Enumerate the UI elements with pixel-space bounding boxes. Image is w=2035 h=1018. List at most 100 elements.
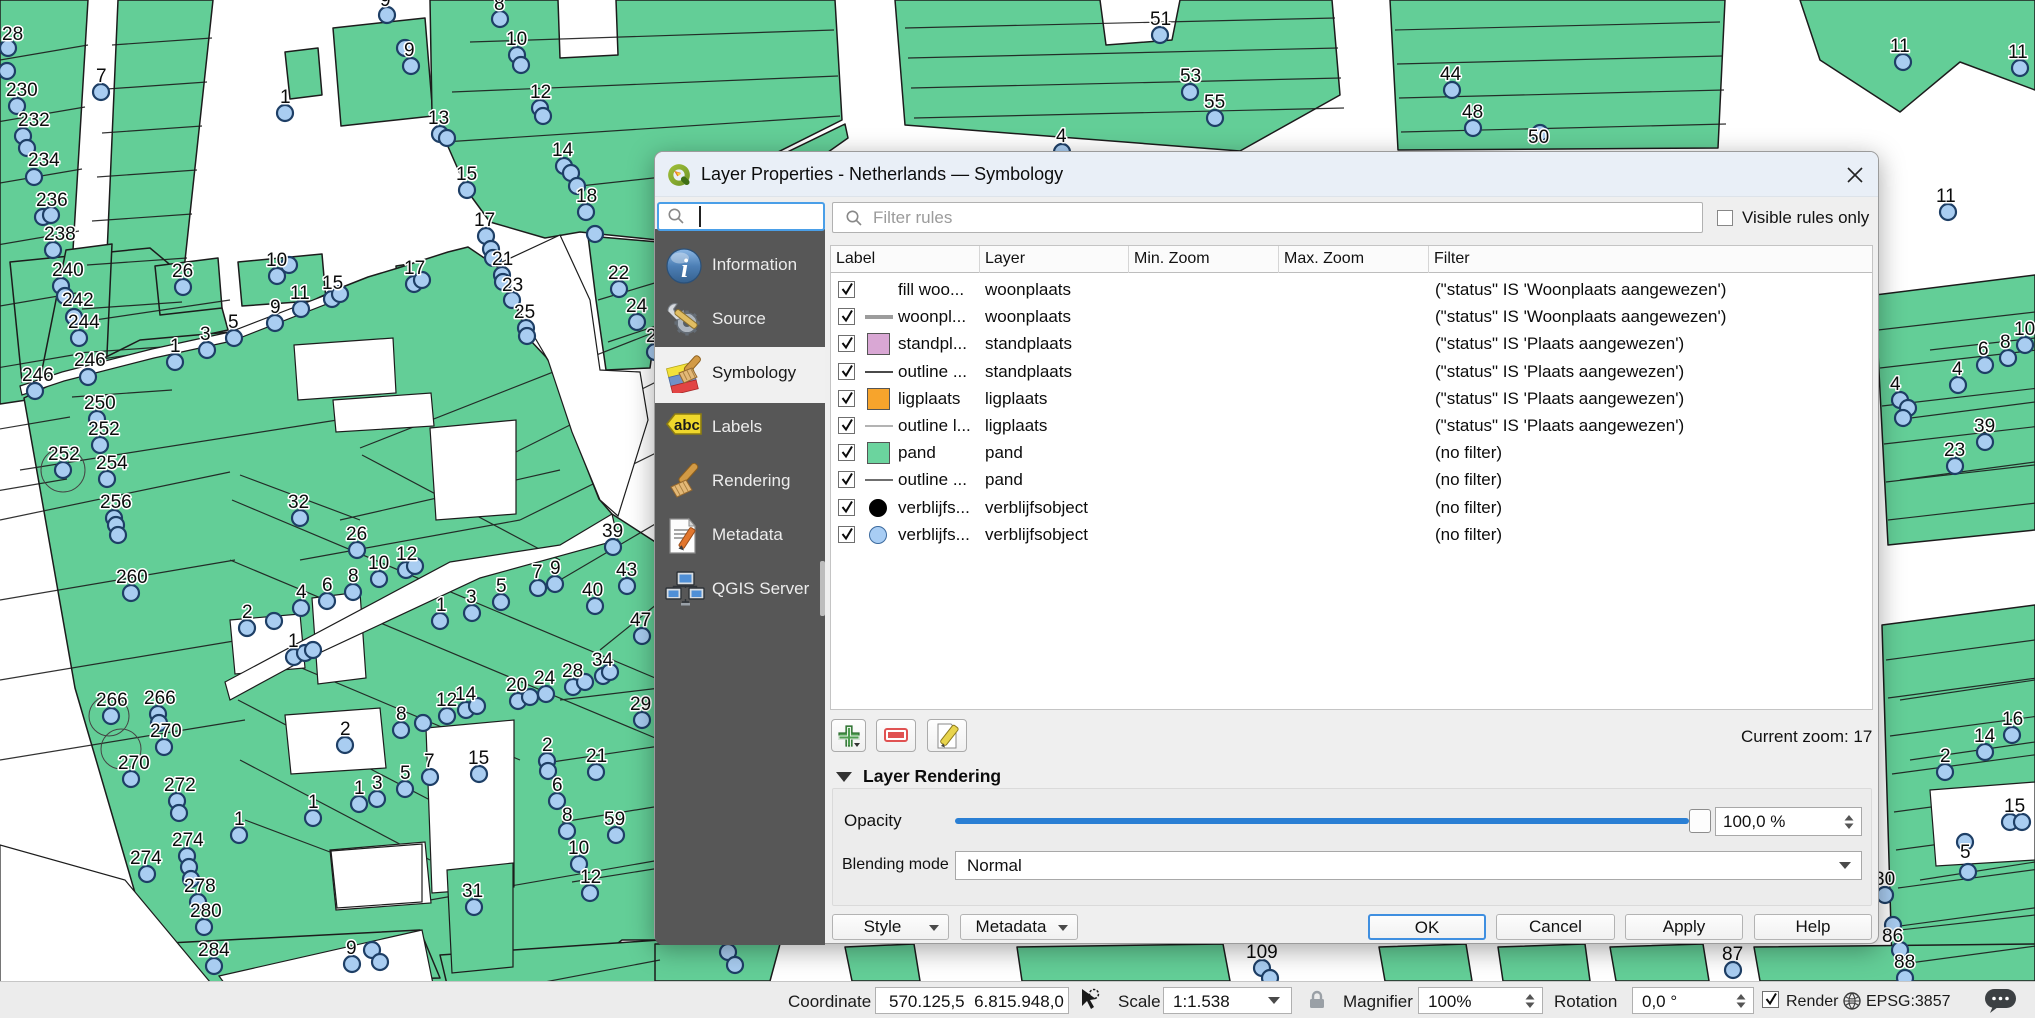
svg-text:230: 230 — [6, 80, 38, 101]
svg-text:4: 4 — [1056, 126, 1067, 147]
svg-text:48: 48 — [1462, 102, 1483, 123]
svg-text:4: 4 — [296, 582, 307, 603]
svg-text:284: 284 — [198, 940, 230, 961]
svg-text:i: i — [681, 254, 689, 283]
svg-text:39: 39 — [602, 521, 623, 542]
svg-text:13: 13 — [428, 108, 449, 129]
svg-text:25: 25 — [514, 302, 535, 323]
svg-text:5: 5 — [496, 576, 507, 597]
svg-text:44: 44 — [1440, 64, 1462, 85]
svg-text:2: 2 — [542, 735, 553, 756]
svg-text:10: 10 — [2014, 319, 2035, 340]
svg-text:260: 260 — [116, 567, 148, 588]
svg-text:270: 270 — [150, 721, 182, 742]
svg-text:1: 1 — [354, 778, 365, 799]
svg-text:6: 6 — [552, 775, 563, 796]
svg-text:1: 1 — [234, 809, 245, 830]
svg-text:9: 9 — [380, 0, 391, 11]
svg-text:51: 51 — [1150, 9, 1171, 30]
svg-text:14: 14 — [552, 140, 574, 161]
svg-text:10: 10 — [266, 250, 287, 271]
svg-text:236: 236 — [36, 190, 68, 211]
svg-text:40: 40 — [582, 580, 603, 601]
svg-text:6: 6 — [322, 575, 333, 596]
svg-text:10: 10 — [368, 553, 389, 574]
svg-text:15: 15 — [468, 748, 489, 769]
svg-text:266: 266 — [144, 688, 176, 709]
svg-text:55: 55 — [1204, 92, 1225, 113]
svg-text:12: 12 — [436, 690, 457, 711]
svg-text:7: 7 — [424, 751, 435, 772]
svg-text:8: 8 — [396, 704, 407, 725]
svg-text:274: 274 — [172, 830, 204, 851]
svg-text:7: 7 — [96, 66, 107, 87]
svg-text:26: 26 — [346, 524, 367, 545]
svg-text:21: 21 — [492, 249, 513, 270]
svg-text:18: 18 — [576, 186, 597, 207]
svg-text:252: 252 — [48, 444, 80, 465]
svg-text:2: 2 — [1940, 746, 1951, 767]
svg-text:29: 29 — [630, 694, 651, 715]
svg-text:8: 8 — [348, 566, 359, 587]
svg-text:31: 31 — [462, 881, 483, 902]
svg-text:9: 9 — [550, 558, 561, 579]
svg-text:34: 34 — [592, 650, 614, 671]
svg-text:3: 3 — [200, 324, 211, 345]
svg-text:10: 10 — [568, 838, 589, 859]
svg-text:1: 1 — [308, 792, 319, 813]
svg-text:21: 21 — [586, 746, 607, 767]
svg-text:270: 270 — [118, 753, 150, 774]
svg-text:274: 274 — [130, 848, 162, 869]
svg-text:16: 16 — [2002, 709, 2023, 730]
svg-text:6: 6 — [1978, 339, 1989, 360]
svg-text:17: 17 — [404, 258, 425, 279]
svg-text:28: 28 — [2, 24, 23, 45]
svg-text:2: 2 — [242, 602, 253, 623]
svg-text:20: 20 — [506, 675, 527, 696]
svg-text:1: 1 — [288, 631, 299, 652]
svg-text:43: 43 — [616, 560, 637, 581]
svg-text:250: 250 — [84, 393, 116, 414]
svg-text:11: 11 — [1936, 186, 1956, 207]
svg-text:4: 4 — [1890, 374, 1901, 395]
svg-text:1: 1 — [170, 336, 181, 357]
svg-text:14: 14 — [455, 684, 477, 705]
svg-text:5: 5 — [228, 312, 239, 333]
svg-text:abc: abc — [674, 417, 700, 434]
svg-text:17: 17 — [474, 210, 495, 231]
svg-text:8: 8 — [494, 0, 505, 15]
svg-text:246: 246 — [22, 365, 54, 386]
svg-text:24: 24 — [626, 296, 648, 317]
svg-text:26: 26 — [172, 261, 193, 282]
svg-text:266: 266 — [96, 690, 128, 711]
svg-text:240: 240 — [52, 260, 84, 281]
svg-text:5: 5 — [400, 763, 411, 784]
svg-text:5: 5 — [1960, 842, 1971, 863]
svg-text:50: 50 — [1528, 127, 1549, 148]
svg-text:24: 24 — [534, 668, 556, 689]
svg-text:59: 59 — [604, 809, 625, 830]
svg-text:12: 12 — [530, 82, 551, 103]
svg-text:242: 242 — [62, 290, 94, 311]
svg-text:23: 23 — [502, 275, 523, 296]
svg-text:15: 15 — [2004, 796, 2025, 817]
svg-text:234: 234 — [28, 150, 60, 171]
svg-text:11: 11 — [2008, 42, 2028, 63]
svg-text:232: 232 — [18, 110, 50, 131]
svg-text:9: 9 — [270, 297, 281, 318]
svg-text:15: 15 — [322, 273, 343, 294]
svg-text:22: 22 — [608, 263, 629, 284]
svg-text:86: 86 — [1882, 926, 1903, 947]
svg-text:39: 39 — [1974, 416, 1995, 437]
svg-text:254: 254 — [96, 453, 128, 474]
svg-text:3: 3 — [372, 773, 383, 794]
svg-text:252: 252 — [88, 419, 120, 440]
svg-text:272: 272 — [164, 775, 196, 796]
svg-text:256: 256 — [100, 492, 132, 513]
svg-text:3: 3 — [466, 587, 477, 608]
svg-text:246: 246 — [74, 350, 106, 371]
svg-text:238: 238 — [44, 224, 76, 245]
svg-text:8: 8 — [2000, 332, 2011, 353]
svg-text:9: 9 — [404, 40, 415, 61]
svg-text:15: 15 — [456, 164, 477, 185]
